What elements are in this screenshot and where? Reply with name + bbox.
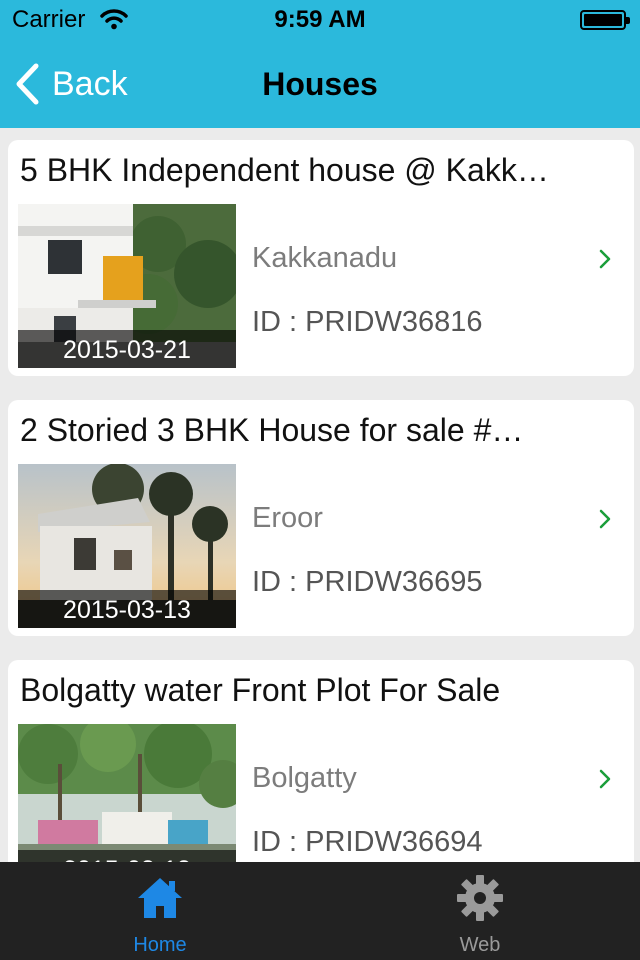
page-title: Houses bbox=[262, 66, 378, 102]
header: Carrier 9:59 AM Back Houses bbox=[0, 0, 640, 128]
listing-date: 2015-03-21 bbox=[18, 330, 236, 368]
chevron-right-icon bbox=[599, 249, 611, 269]
listing-thumbnail: 2015-03-21 bbox=[18, 204, 236, 368]
chevron-right-icon bbox=[599, 769, 611, 789]
tab-web[interactable]: Web bbox=[320, 862, 640, 960]
listing-location: Eroor bbox=[252, 502, 323, 534]
clock: 9:59 AM bbox=[274, 6, 366, 33]
listing-id: ID : PRIDW36816 bbox=[252, 306, 483, 338]
listing-id: ID : PRIDW36695 bbox=[252, 566, 483, 598]
tab-bar: Home Web bbox=[0, 862, 640, 960]
listing-title: 2 Storied 3 BHK House for sale #… bbox=[20, 412, 524, 448]
listing-title: 5 BHK Independent house @ Kakk… bbox=[20, 152, 549, 188]
home-icon bbox=[138, 878, 182, 918]
tab-home[interactable]: Home bbox=[0, 862, 320, 960]
listing-list[interactable]: 5 BHK Independent house @ Kakk… 2015-03-… bbox=[0, 128, 640, 862]
listing-location: Bolgatty bbox=[252, 762, 357, 794]
listing-id: ID : PRIDW36694 bbox=[252, 826, 483, 858]
tab-web-label: Web bbox=[459, 934, 501, 956]
listing-date: 2015-03-13 bbox=[18, 850, 236, 862]
listing-title: Bolgatty water Front Plot For Sale bbox=[20, 672, 501, 708]
tab-home-label: Home bbox=[133, 934, 187, 956]
battery-icon bbox=[580, 10, 630, 30]
listing-location: Kakkanadu bbox=[252, 242, 398, 274]
status-bar: Carrier 9:59 AM bbox=[0, 0, 640, 40]
plot-photo bbox=[18, 724, 236, 862]
listing-date: 2015-03-13 bbox=[18, 590, 236, 628]
listing-thumbnail: 2015-03-13 bbox=[18, 464, 236, 628]
gear-icon bbox=[457, 875, 503, 921]
listing-card[interactable]: 5 BHK Independent house @ Kakk… 2015-03-… bbox=[8, 140, 634, 376]
listing-card[interactable]: 2 Storied 3 BHK House for sale #… 2015-0… bbox=[8, 400, 634, 636]
chevron-right-icon bbox=[599, 509, 611, 529]
listing-card[interactable]: Bolgatty water Front Plot For Sale 2015-… bbox=[8, 660, 634, 862]
listing-thumbnail: 2015-03-13 bbox=[18, 724, 236, 862]
